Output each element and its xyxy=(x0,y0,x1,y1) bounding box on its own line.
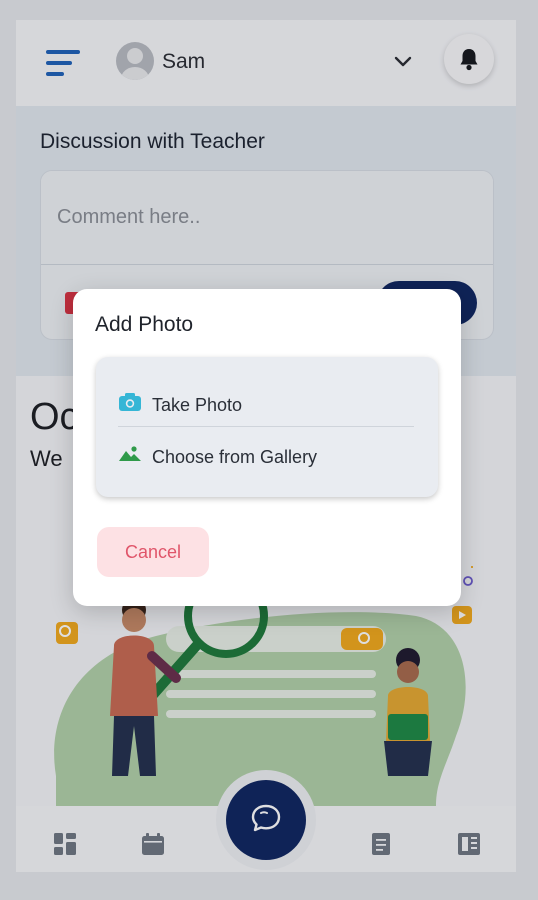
add-photo-dialog: Add Photo Take Photo Choose from Gallery… xyxy=(73,289,461,606)
image-gallery-icon xyxy=(119,446,141,461)
camera-icon xyxy=(119,393,141,411)
dialog-title: Add Photo xyxy=(95,313,194,336)
choose-from-gallery-option[interactable]: Choose from Gallery xyxy=(96,433,438,479)
take-photo-option[interactable]: Take Photo xyxy=(96,381,438,427)
choose-from-gallery-label: Choose from Gallery xyxy=(152,447,318,467)
photo-options: Take Photo Choose from Gallery xyxy=(96,357,438,497)
cancel-button[interactable]: Cancel xyxy=(97,527,209,577)
option-divider xyxy=(118,426,414,427)
take-photo-label: Take Photo xyxy=(152,395,243,415)
